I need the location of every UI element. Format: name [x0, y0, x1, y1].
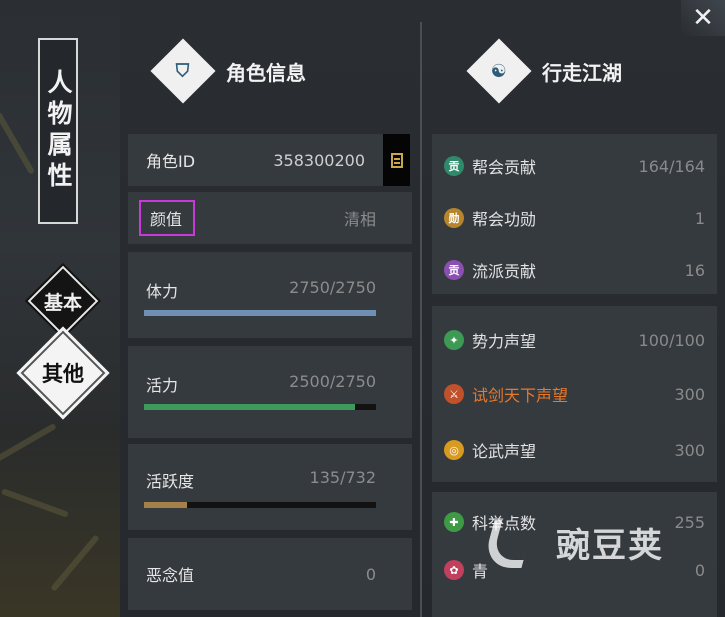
- stamina-label: 体力: [146, 282, 179, 301]
- reputation-group: ✦ 势力声望 100/100 ⚔ 试剑天下声望 300 ◎ 论武声望 300: [432, 306, 717, 482]
- list-item-label: 试剑天下声望: [472, 386, 569, 405]
- role-id-value: 358300200: [273, 150, 365, 170]
- close-icon[interactable]: ✕: [689, 4, 717, 32]
- flower-icon: ✿: [444, 560, 464, 580]
- copy-id-button[interactable]: [383, 134, 410, 186]
- copy-icon: [390, 152, 403, 168]
- list-item-value: 255: [674, 512, 705, 532]
- faction-reputation-icon: ✦: [444, 330, 464, 350]
- panel-title-text: 人物属性: [44, 69, 73, 193]
- list-item: 贡 帮会贡献 164/164: [432, 146, 717, 186]
- vitality-value: 2500/2750: [289, 372, 376, 391]
- character-info-icon: ⛉: [150, 38, 216, 104]
- character-info-header: ⛉ 角色信息: [150, 38, 306, 104]
- sword-trial-icon: ⚔: [444, 384, 464, 404]
- stamina-bar: [144, 310, 376, 316]
- column-divider: [420, 22, 422, 617]
- list-item: ◎ 论武声望 300: [432, 430, 717, 470]
- stamina-card: 体力 2750/2750: [128, 252, 412, 338]
- list-item-value: 100/100: [638, 330, 705, 350]
- list-item-value: 164/164: [638, 156, 705, 176]
- list-item-label: 帮会贡献: [472, 158, 537, 177]
- activity-value: 135/732: [309, 468, 376, 487]
- role-id-row: 角色ID 358300200: [128, 134, 383, 186]
- vitality-card: 活力 2500/2750: [128, 346, 412, 438]
- list-item-value: 1: [694, 208, 705, 228]
- watermark-text: 豌豆荚: [556, 525, 664, 566]
- activity-card: 活跃度 135/732: [128, 444, 412, 530]
- watermark-logo-icon: [478, 512, 548, 572]
- list-item-label: 帮会功勋: [472, 210, 537, 229]
- jianghu-title: 行走江湖: [542, 60, 622, 85]
- sect-contribution-icon: 贡: [444, 260, 464, 280]
- points-icon: ✚: [444, 512, 464, 532]
- list-item-value: 300: [674, 384, 705, 404]
- jianghu-header: ☯ 行走江湖: [466, 38, 622, 104]
- activity-label: 活跃度: [146, 472, 195, 491]
- tab-basic[interactable]: 基本: [24, 262, 102, 340]
- yanzhi-highlight-box: [139, 200, 195, 236]
- tab-other[interactable]: 其他: [16, 326, 110, 420]
- list-item-label: 论武声望: [472, 442, 537, 461]
- evil-label: 恶念值: [146, 566, 195, 585]
- martial-debate-icon: ◎: [444, 440, 464, 460]
- list-item-label: 流派贡献: [472, 262, 537, 281]
- tab-basic-label: 基本: [43, 291, 82, 314]
- list-item: 勋 帮会功勋 1: [432, 198, 717, 238]
- list-item-value: 0: [694, 560, 705, 580]
- list-item-value: 16: [684, 260, 705, 280]
- panel-title: 人物属性: [38, 38, 78, 224]
- watermark: 豌豆荚: [478, 512, 664, 572]
- evil-value: 0: [365, 564, 376, 584]
- guild-merit-icon: 勋: [444, 208, 464, 228]
- activity-bar: [144, 502, 376, 508]
- jianghu-icon: ☯: [466, 38, 532, 104]
- role-id-label: 角色ID: [146, 152, 196, 171]
- list-item-label: 势力声望: [472, 332, 537, 351]
- list-item-value: 300: [674, 440, 705, 460]
- guild-group: 贡 帮会贡献 164/164 勋 帮会功勋 1 贡 流派贡献 16: [432, 134, 717, 294]
- list-item: ⚔ 试剑天下声望 300: [432, 374, 717, 414]
- vitality-bar: [144, 404, 376, 410]
- tab-other-label: 其他: [42, 361, 84, 386]
- stamina-value: 2750/2750: [289, 278, 376, 297]
- vitality-label: 活力: [146, 376, 179, 395]
- guild-contribution-icon: 贡: [444, 156, 464, 176]
- evil-row: 恶念值 0: [128, 538, 412, 610]
- list-item: 贡 流派贡献 16: [432, 250, 717, 290]
- yanzhi-value: 清相: [343, 210, 376, 229]
- list-item: ✦ 势力声望 100/100: [432, 320, 717, 360]
- character-info-title: 角色信息: [226, 60, 306, 85]
